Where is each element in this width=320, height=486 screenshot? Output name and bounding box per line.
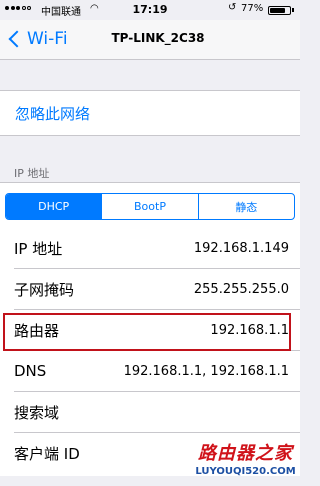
row-subnet-mask[interactable]: 子网掩码 255.255.255.0 xyxy=(14,269,300,310)
site-watermark: 路由器之家 LUYOUQI520.COM xyxy=(191,443,300,486)
segment-dhcp[interactable]: DHCP xyxy=(6,194,103,219)
row-label: DNS xyxy=(14,362,47,380)
row-value: 255.255.255.0 xyxy=(193,281,289,297)
battery-icon xyxy=(268,6,291,15)
row-label: 客户端 ID xyxy=(14,445,80,463)
rotation-lock-icon: ↺ xyxy=(228,2,237,13)
row-router[interactable]: 路由器 192.168.1.1 xyxy=(14,310,300,351)
page-title: TP-LINK_2C38 xyxy=(111,31,205,45)
forget-network-button[interactable]: 忽略此网络 xyxy=(0,90,300,136)
row-ip-address[interactable]: IP 地址 192.168.1.149 xyxy=(14,228,300,269)
section-header-ip: IP 地址 xyxy=(14,167,50,180)
status-bar: 中国联通 ◠ 17:19 ↺ 77% xyxy=(0,0,300,20)
segmented-control-container: DHCP BootP 静态 xyxy=(0,182,300,228)
ip-mode-segmented-control: DHCP BootP 静态 xyxy=(5,193,295,220)
row-label: 路由器 xyxy=(14,321,60,340)
row-value: 192.168.1.149 xyxy=(193,240,289,256)
row-dns[interactable]: DNS 192.168.1.1, 192.168.1.1 xyxy=(14,351,300,392)
segment-bootp[interactable]: BootP xyxy=(102,194,199,219)
row-label: 搜索域 xyxy=(14,403,60,422)
navigation-bar: Wi-Fi TP-LINK_2C38 xyxy=(0,20,300,60)
watermark-title: 路由器之家 xyxy=(198,443,293,464)
ip-details-list: IP 地址 192.168.1.149 子网掩码 255.255.255.0 路… xyxy=(0,228,300,476)
row-label: IP 地址 xyxy=(14,239,63,258)
watermark-url: LUYOUQI520.COM xyxy=(195,466,296,477)
segment-static[interactable]: 静态 xyxy=(199,194,294,219)
row-search-domains[interactable]: 搜索域 xyxy=(14,392,300,433)
battery-percent: 77% xyxy=(241,3,264,14)
row-value: 192.168.1.1 xyxy=(210,322,289,338)
forget-network-label: 忽略此网络 xyxy=(15,104,91,123)
row-label: 子网掩码 xyxy=(14,280,75,299)
battery-tip xyxy=(292,8,294,12)
row-value: 192.168.1.1, 192.168.1.1 xyxy=(123,363,289,379)
